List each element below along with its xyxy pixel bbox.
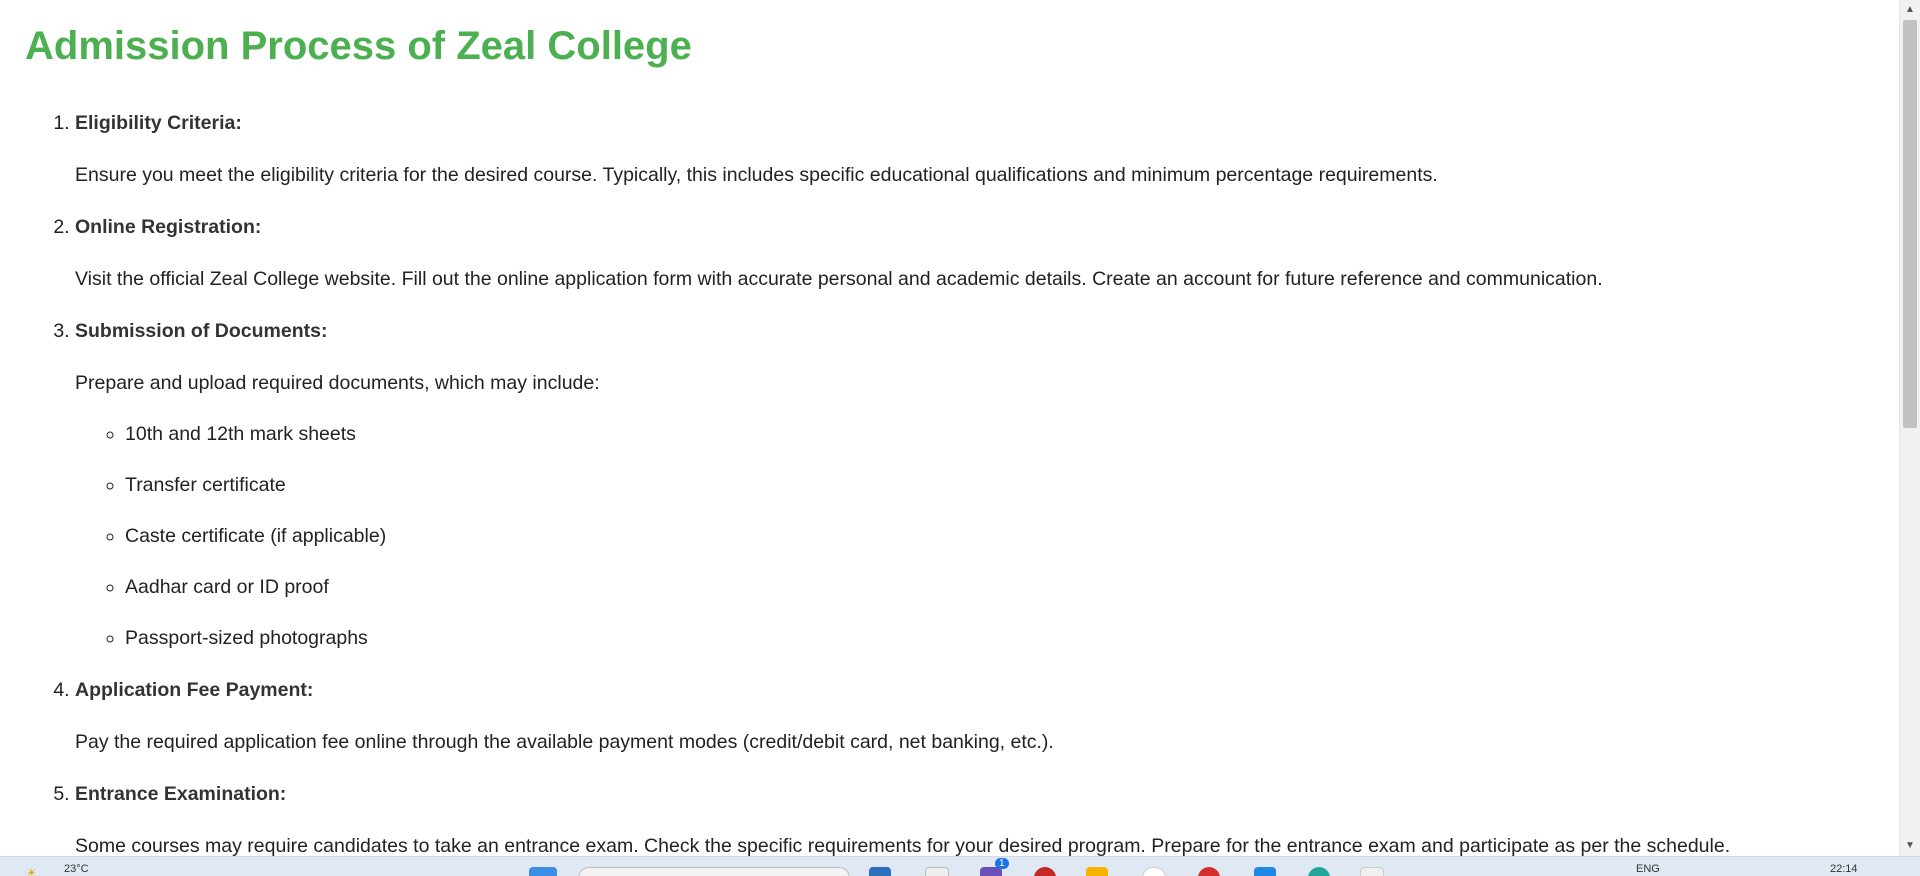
step-title: Application Fee Payment: <box>75 679 314 701</box>
step-description: Some courses may require candidates to t… <box>75 835 1731 856</box>
step-title: Entrance Examination: <box>75 783 287 805</box>
admission-steps-list: Eligibility Criteria: Ensure you meet th… <box>25 109 1875 856</box>
document-item: Passport-sized photographs <box>125 625 1875 652</box>
step-description: Visit the official Zeal College website.… <box>75 268 1603 290</box>
scroll-down-arrow-icon[interactable]: ▼ <box>1900 838 1920 854</box>
document-item: Aadhar card or ID proof <box>125 574 1875 601</box>
step-title: Submission of Documents: <box>75 320 328 342</box>
step-description: Prepare and upload required documents, w… <box>75 372 600 394</box>
page-viewport: Admission Process of Zeal College Eligib… <box>0 0 1900 856</box>
step-item: Eligibility Criteria: Ensure you meet th… <box>75 109 1875 189</box>
document-item: 10th and 12th mark sheets <box>125 421 1875 448</box>
document-item: Transfer certificate <box>125 472 1875 499</box>
weather-temperature[interactable]: 23°C <box>64 863 89 875</box>
step-item: Application Fee Payment: Pay the require… <box>75 676 1875 756</box>
step-item: Submission of Documents: Prepare and upl… <box>75 317 1875 652</box>
documents-list: 10th and 12th mark sheets Transfer certi… <box>75 421 1875 652</box>
vertical-scrollbar[interactable]: ▲ ▼ <box>1899 0 1920 856</box>
windows-taskbar: ☀ 23°C 1 ENG 22:14 <box>0 856 1920 876</box>
step-item: Entrance Examination: Some courses may r… <box>75 780 1875 856</box>
step-description: Pay the required application fee online … <box>75 731 1054 753</box>
page-content: Admission Process of Zeal College Eligib… <box>0 21 1900 856</box>
taskbar-clock[interactable]: 22:14 <box>1830 863 1858 875</box>
scroll-up-arrow-icon[interactable]: ▲ <box>1900 2 1920 18</box>
step-title: Eligibility Criteria: <box>75 112 242 134</box>
page-title: Admission Process of Zeal College <box>25 24 692 68</box>
document-item: Caste certificate (if applicable) <box>125 523 1875 550</box>
scrollbar-thumb[interactable] <box>1903 20 1917 428</box>
notification-badge: 1 <box>995 858 1009 869</box>
step-title: Online Registration: <box>75 216 262 238</box>
step-description: Ensure you meet the eligibility criteria… <box>75 164 1438 186</box>
language-indicator[interactable]: ENG <box>1636 863 1660 875</box>
step-item: Online Registration: Visit the official … <box>75 213 1875 293</box>
